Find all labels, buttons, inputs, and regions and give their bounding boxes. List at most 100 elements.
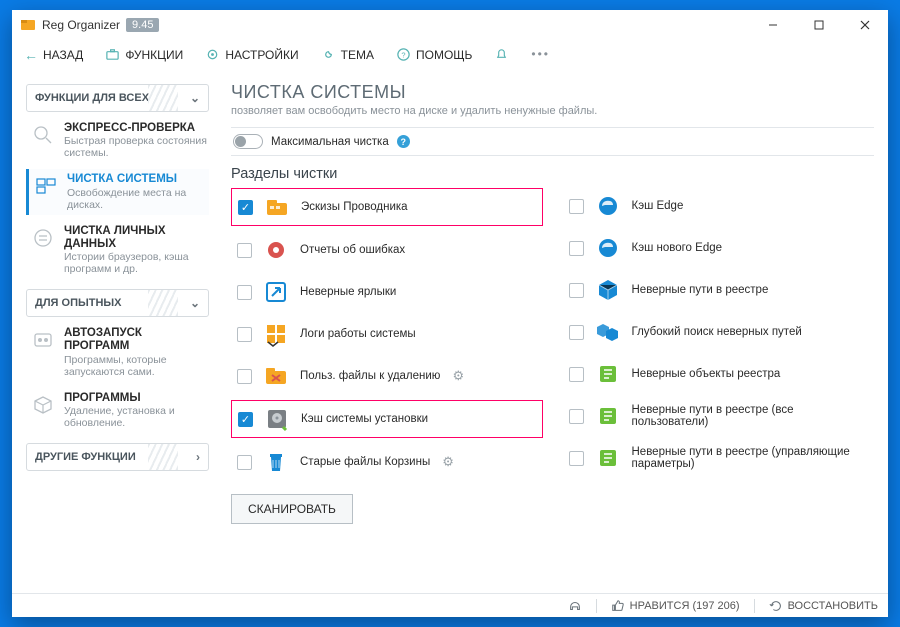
item-icon xyxy=(262,362,290,390)
item-icon xyxy=(262,236,290,264)
theme-button[interactable]: ТЕМА xyxy=(317,44,378,65)
clean-item[interactable]: ✓ Кэш системы установки xyxy=(231,400,543,438)
titlebar: Reg Organizer 9.45 xyxy=(12,10,888,40)
toolbar: ←НАЗАД ФУНКЦИИ НАСТРОЙКИ ТЕМА ?ПОМОЩЬ ••… xyxy=(12,40,888,70)
columns: ✓Эскизы Проводника Отчеты об ошибках Невер… xyxy=(231,188,874,480)
gear-icon xyxy=(205,47,220,62)
close-button[interactable] xyxy=(842,10,888,40)
checkbox[interactable] xyxy=(569,325,584,340)
clean-item[interactable]: Неверные пути в реестре xyxy=(563,272,875,308)
clean-item[interactable]: Старые файлы Корзины ⚙ xyxy=(231,444,543,480)
item-label: Неверные пути в реестре (управляющие пар… xyxy=(632,446,869,470)
item-label: Кэш нового Edge xyxy=(632,242,723,254)
clean-item[interactable]: Кэш нового Edge xyxy=(563,230,875,266)
back-button[interactable]: ←НАЗАД xyxy=(20,44,87,66)
privacy-icon xyxy=(30,225,56,251)
max-clean-label: Максимальная чистка xyxy=(271,136,389,148)
bell-icon xyxy=(494,47,509,62)
sidebar-item-autorun[interactable]: АВТОЗАПУСК ПРОГРАММПрограммы, которые за… xyxy=(26,323,209,382)
dots-icon: ••• xyxy=(531,47,546,62)
content: ЧИСТКА СИСТЕМЫ позволяет вам освободить … xyxy=(217,70,888,593)
item-icon xyxy=(263,193,291,221)
checkbox[interactable] xyxy=(569,199,584,214)
max-clean-row: Максимальная чистка ? xyxy=(231,127,874,156)
sidebar-item-express[interactable]: ЭКСПРЕСС-ПРОВЕРКАБыстрая проверка состоя… xyxy=(26,118,209,163)
clean-item[interactable]: Логи работы системы xyxy=(231,316,543,352)
gear-icon[interactable]: ⚙ xyxy=(442,454,454,470)
checkbox[interactable]: ✓ xyxy=(238,200,253,215)
item-icon xyxy=(594,444,622,472)
item-label: Кэш системы установки xyxy=(301,413,428,425)
disk-clean-icon xyxy=(33,173,59,199)
arrow-left-icon: ← xyxy=(24,47,38,63)
version-badge: 9.45 xyxy=(126,18,159,32)
more-button[interactable]: ••• xyxy=(527,44,550,65)
checkbox[interactable] xyxy=(237,455,252,470)
item-label: Старые файлы Корзины xyxy=(300,456,430,468)
restore-button[interactable]: ВОССТАНОВИТЬ xyxy=(769,599,878,613)
scan-button[interactable]: СКАНИРОВАТЬ xyxy=(231,494,353,524)
box-icon xyxy=(30,392,56,418)
settings-button[interactable]: НАСТРОЙКИ xyxy=(201,44,302,65)
chevron-down-icon: ⌄ xyxy=(190,91,200,105)
item-icon xyxy=(594,360,622,388)
item-label: Кэш Edge xyxy=(632,200,684,212)
main-area: ФУНКЦИИ ДЛЯ ВСЕХ⌄ ЭКСПРЕСС-ПРОВЕРКАБыстр… xyxy=(12,70,888,593)
sidebar-item-privacy[interactable]: ЧИСТКА ЛИЧНЫХ ДАННЫХИстории браузеров, к… xyxy=(26,221,209,280)
max-clean-toggle[interactable] xyxy=(233,134,263,149)
item-label: Логи работы системы xyxy=(300,328,416,340)
item-label: Неверные ярлыки xyxy=(300,286,396,298)
minimize-button[interactable] xyxy=(750,10,796,40)
clean-item[interactable]: Глубокий поиск неверных путей xyxy=(563,314,875,350)
like-button[interactable]: НРАВИТСЯ (197 206) xyxy=(611,599,740,613)
item-label: Неверные объекты реестра xyxy=(632,368,781,380)
item-icon xyxy=(263,405,291,433)
section-advanced[interactable]: ДЛЯ ОПЫТНЫХ⌄ xyxy=(26,289,209,317)
checkbox[interactable] xyxy=(569,241,584,256)
statusbar: НРАВИТСЯ (197 206) ВОССТАНОВИТЬ xyxy=(12,593,888,617)
item-label: Глубокий поиск неверных путей xyxy=(632,326,802,338)
item-label: Неверные пути в реестре (все пользовател… xyxy=(632,404,869,428)
help-badge-icon[interactable]: ? xyxy=(397,135,410,148)
maximize-button[interactable] xyxy=(796,10,842,40)
checkbox[interactable] xyxy=(569,409,584,424)
clean-item[interactable]: ✓Эскизы Проводника xyxy=(231,188,543,226)
clean-item[interactable]: Неверные пути в реестре (все пользовател… xyxy=(563,398,875,434)
clean-item[interactable]: Неверные объекты реестра xyxy=(563,356,875,392)
checkbox[interactable] xyxy=(237,327,252,342)
bell-button[interactable] xyxy=(490,44,513,65)
clean-item[interactable]: Неверные пути в реестре (управляющие пар… xyxy=(563,440,875,476)
section-other[interactable]: ДРУГИЕ ФУНКЦИИ› xyxy=(26,443,209,471)
page-title: ЧИСТКА СИСТЕМЫ xyxy=(231,82,874,103)
help-button[interactable]: ?ПОМОЩЬ xyxy=(392,44,476,65)
magnifier-icon xyxy=(30,122,56,148)
item-icon xyxy=(594,402,622,430)
autorun-icon xyxy=(30,327,56,353)
checkbox[interactable] xyxy=(569,451,584,466)
checkbox[interactable] xyxy=(569,367,584,382)
checkbox[interactable] xyxy=(569,283,584,298)
item-icon xyxy=(262,320,290,348)
functions-button[interactable]: ФУНКЦИИ xyxy=(101,44,187,65)
checkbox[interactable]: ✓ xyxy=(238,412,253,427)
headset-button[interactable] xyxy=(568,599,582,613)
checkbox[interactable] xyxy=(237,369,252,384)
scan-row: СКАНИРОВАТЬ xyxy=(231,494,874,524)
item-icon xyxy=(594,192,622,220)
sidebar-item-programs[interactable]: ПРОГРАММЫУдаление, установка и обновлени… xyxy=(26,388,209,433)
clean-item[interactable]: Отчеты об ошибках xyxy=(231,232,543,268)
section-all[interactable]: ФУНКЦИИ ДЛЯ ВСЕХ⌄ xyxy=(26,84,209,112)
clean-item[interactable]: Кэш Edge xyxy=(563,188,875,224)
sidebar: ФУНКЦИИ ДЛЯ ВСЕХ⌄ ЭКСПРЕСС-ПРОВЕРКАБыстр… xyxy=(12,70,217,593)
item-label: Отчеты об ошибках xyxy=(300,244,405,256)
clean-item[interactable]: Неверные ярлыки xyxy=(231,274,543,310)
item-icon xyxy=(594,276,622,304)
checkbox[interactable] xyxy=(237,285,252,300)
column-left: ✓Эскизы Проводника Отчеты об ошибках Невер… xyxy=(231,188,543,480)
sidebar-item-cleanup[interactable]: ЧИСТКА СИСТЕМЫОсвобождение места на диск… xyxy=(26,169,209,214)
svg-text:?: ? xyxy=(401,50,405,59)
gear-icon[interactable]: ⚙ xyxy=(452,368,464,384)
app-window: Reg Organizer 9.45 ←НАЗАД ФУНКЦИИ НАСТРО… xyxy=(12,10,888,617)
clean-item[interactable]: Польз. файлы к удалению⚙ xyxy=(231,358,543,394)
checkbox[interactable] xyxy=(237,243,252,258)
